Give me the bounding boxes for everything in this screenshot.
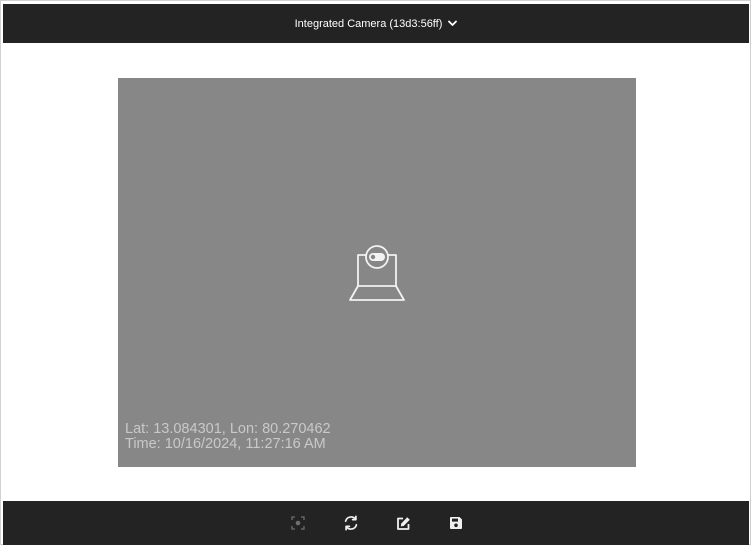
camera-off-icon	[347, 241, 407, 303]
save-button[interactable]	[448, 515, 464, 531]
geo-time-overlay: Lat: 13.084301, Lon: 80.270462 Time: 10/…	[125, 422, 331, 452]
camera-select-label: Integrated Camera (13d3:56ff)	[294, 17, 443, 30]
bottom-toolbar	[3, 501, 749, 545]
edit-button[interactable]	[395, 515, 411, 531]
top-bar: Integrated Camera (13d3:56ff)	[3, 4, 749, 43]
edit-icon	[396, 516, 411, 531]
capture-focus-icon	[291, 516, 305, 530]
timestamp-text: Time: 10/16/2024, 11:27:16 AM	[125, 436, 326, 452]
camera-preview: Lat: 13.084301, Lon: 80.270462 Time: 10/…	[118, 78, 636, 467]
camera-capture-dialog: Integrated Camera (13d3:56ff) Lat: 13.08…	[0, 0, 751, 545]
save-icon	[449, 516, 463, 530]
camera-select-dropdown[interactable]: Integrated Camera (13d3:56ff)	[295, 18, 458, 30]
capture-button[interactable]	[290, 515, 306, 531]
location-text: Lat: 13.084301, Lon: 80.270462	[125, 421, 331, 437]
chevron-down-icon	[448, 20, 458, 27]
refresh-icon	[343, 515, 359, 531]
switch-camera-button[interactable]	[343, 515, 359, 531]
